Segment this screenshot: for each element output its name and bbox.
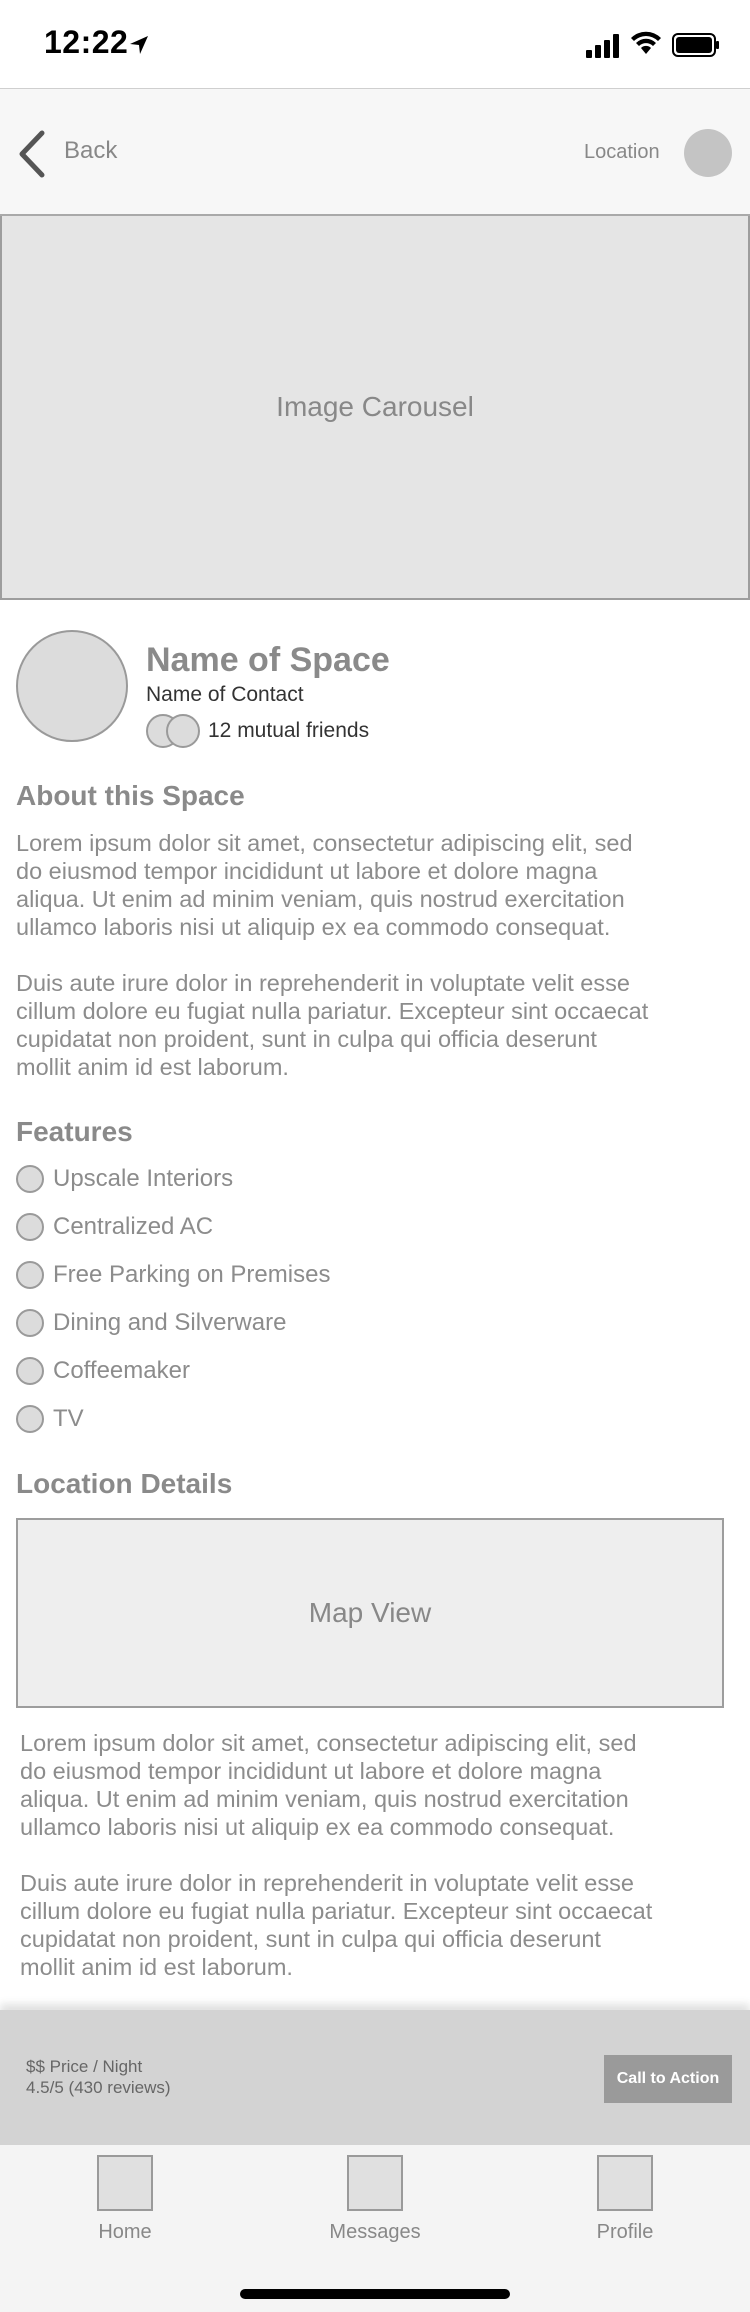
messages-icon (347, 2155, 403, 2211)
text-line: aliqua. Ut enim ad minim veniam, quis no… (16, 886, 625, 912)
feature-bullet-icon (16, 1165, 44, 1193)
feature-label: Free Parking on Premises (53, 1261, 331, 1288)
location-label: Location (584, 141, 660, 163)
features-title: Features (16, 1116, 133, 1147)
about-paragraph: Lorem ipsum dolor sit amet, consectetur … (16, 829, 633, 941)
feature-label: Coffeemaker (53, 1357, 190, 1384)
text-line: mollit anim id est laborum. (20, 1954, 293, 1980)
feature-bullet-icon (16, 1309, 44, 1337)
tab-messages[interactable]: Messages (310, 2155, 440, 2265)
cellular-signal-icon (586, 34, 619, 58)
battery-icon (672, 33, 719, 57)
space-avatar (16, 630, 128, 742)
location-paragraph: Duis aute irure dolor in reprehenderit i… (20, 1869, 652, 1981)
profile-icon (597, 2155, 653, 2211)
text-line: aliqua. Ut enim ad minim veniam, quis no… (20, 1786, 629, 1812)
feature-item: TV (16, 1404, 84, 1434)
text-line: Lorem ipsum dolor sit amet, consectetur … (20, 1730, 637, 1756)
home-indicator (240, 2289, 510, 2299)
feature-bullet-icon (16, 1261, 44, 1289)
back-chevron-icon[interactable] (14, 129, 48, 179)
location-avatar[interactable] (684, 129, 732, 177)
about-title: About this Space (16, 780, 245, 811)
map-label: Map View (308, 1597, 432, 1628)
feature-bullet-icon (16, 1213, 44, 1241)
text-line: ullamco laboris nisi ut aliquip ex ea co… (20, 1814, 615, 1840)
status-time: 12:22 (44, 24, 129, 60)
text-line: do eiusmod tempor incididunt ut labore e… (20, 1758, 602, 1784)
home-icon (97, 2155, 153, 2211)
about-paragraph: Duis aute irure dolor in reprehenderit i… (16, 969, 648, 1081)
text-line: cillum dolore eu fugiat nulla pariatur. … (16, 998, 649, 1024)
location-arrow-icon (130, 36, 148, 54)
tab-label: Home (98, 2221, 152, 2243)
map-view[interactable]: Map View (16, 1518, 724, 1708)
tab-label: Messages (329, 2221, 421, 2243)
feature-bullet-icon (16, 1405, 44, 1433)
text-line: cillum dolore eu fugiat nulla pariatur. … (20, 1898, 653, 1924)
carousel-label: Image Carousel (276, 391, 474, 422)
tab-home[interactable]: Home (60, 2155, 190, 2265)
space-name: Name of Space (146, 641, 390, 679)
status-bar: 12:22 (0, 0, 750, 88)
friend-avatar (166, 714, 200, 748)
tab-bar: Home Messages Profile (0, 2145, 750, 2312)
wifi-icon (631, 31, 661, 54)
text-line: mollit anim id est laborum. (16, 1054, 289, 1080)
feature-label: Upscale Interiors (53, 1165, 234, 1192)
feature-item: Upscale Interiors (16, 1164, 233, 1194)
nav-bar: Back Location (0, 88, 750, 216)
feature-label: TV (53, 1405, 84, 1432)
back-button[interactable]: Back (64, 137, 117, 165)
feature-item: Centralized AC (16, 1212, 213, 1242)
feature-bullet-icon (16, 1357, 44, 1385)
call-to-action-button[interactable]: Call to Action (604, 2055, 732, 2103)
price-text: $$ Price / Night (26, 2057, 143, 2076)
contact-name: Name of Contact (146, 683, 304, 706)
rating-text: 4.5/5 (430 reviews) (26, 2078, 171, 2097)
feature-label: Centralized AC (53, 1213, 214, 1240)
tab-label: Profile (596, 2221, 654, 2243)
booking-bar: $$ Price / Night 4.5/5 (430 reviews) Cal… (0, 2010, 750, 2145)
text-line: cupidatat non proident, sunt in culpa qu… (20, 1926, 601, 1952)
text-line: cupidatat non proident, sunt in culpa qu… (16, 1026, 597, 1052)
text-line: Lorem ipsum dolor sit amet, consectetur … (16, 830, 633, 856)
text-line: ullamco laboris nisi ut aliquip ex ea co… (16, 914, 611, 940)
feature-label: Dining and Silverware (53, 1309, 287, 1336)
tab-profile[interactable]: Profile (560, 2155, 690, 2265)
text-line: Duis aute irure dolor in reprehenderit i… (20, 1870, 634, 1896)
feature-item: Coffeemaker (16, 1356, 190, 1386)
image-carousel[interactable]: Image Carousel (0, 216, 750, 600)
mutual-friends[interactable]: 12 mutual friends (208, 719, 369, 743)
feature-item: Dining and Silverware (16, 1308, 286, 1338)
location-title: Location Details (16, 1468, 233, 1499)
text-line: do eiusmod tempor incididunt ut labore e… (16, 858, 598, 884)
feature-item: Free Parking on Premises (16, 1260, 330, 1290)
location-paragraph: Lorem ipsum dolor sit amet, consectetur … (20, 1729, 637, 1841)
text-line: Duis aute irure dolor in reprehenderit i… (16, 970, 630, 996)
